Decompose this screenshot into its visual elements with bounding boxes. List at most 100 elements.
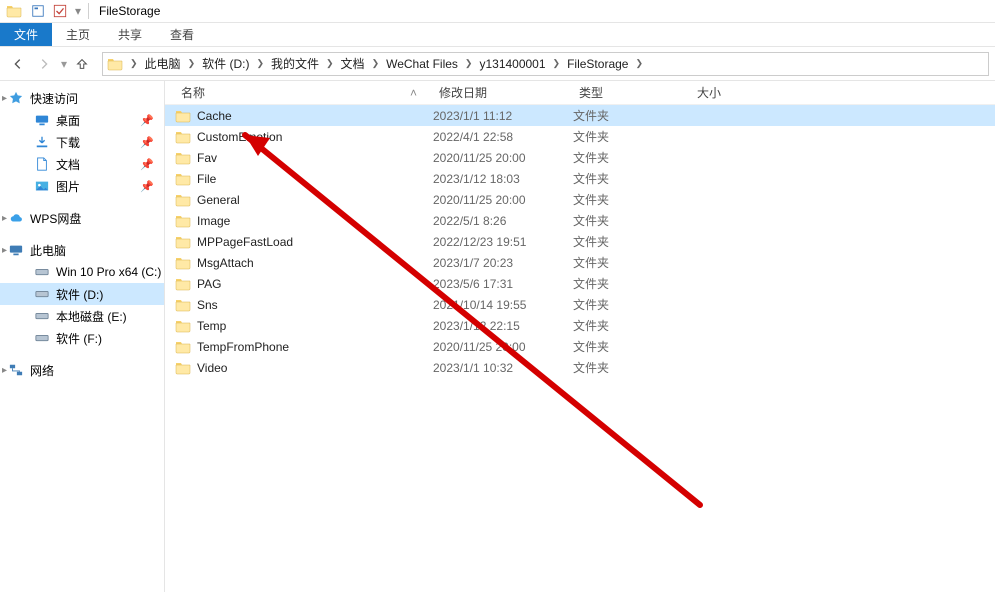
file-name: CustomEmotion	[197, 130, 282, 144]
sidebar-item-documents[interactable]: 文档 📌	[0, 153, 164, 175]
sidebar-drive-f[interactable]: 软件 (F:)	[0, 327, 164, 349]
file-type: 文件夹	[573, 317, 691, 334]
folder-icon	[175, 129, 191, 145]
file-name: TempFromPhone	[197, 340, 289, 354]
chevron-right-icon[interactable]: ❯	[462, 58, 476, 69]
folder-icon	[175, 339, 191, 355]
file-row[interactable]: General2020/11/25 20:00文件夹	[165, 189, 995, 210]
sidebar-network[interactable]: ▸ 网络	[0, 359, 164, 381]
file-name: Cache	[197, 109, 232, 123]
qat-check-icon[interactable]	[50, 1, 70, 21]
crumb-filestorage[interactable]: FileStorage	[563, 53, 632, 75]
address-bar[interactable]: ❯ 此电脑 ❯ 软件 (D:) ❯ 我的文件 ❯ 文档 ❯ WeChat Fil…	[102, 52, 989, 76]
file-row[interactable]: CustomEmotion2022/4/1 22:58文件夹	[165, 126, 995, 147]
chevron-right-icon[interactable]: ❯	[323, 58, 337, 69]
file-date: 2023/1/12 18:03	[433, 172, 573, 186]
drive-icon	[34, 286, 50, 302]
sidebar-wps[interactable]: ▸ WPS网盘	[0, 207, 164, 229]
file-row[interactable]: Fav2020/11/25 20:00文件夹	[165, 147, 995, 168]
sidebar-item-label: 下载	[56, 134, 80, 151]
nav-forward-button[interactable]	[32, 52, 56, 76]
file-date: 2023/1/1 11:12	[433, 109, 573, 123]
file-date: 2020/11/25 20:00	[433, 340, 573, 354]
nav-history-dropdown[interactable]: ▾	[58, 57, 70, 71]
column-type[interactable]: 类型	[573, 84, 691, 101]
column-size[interactable]: 大小	[691, 84, 781, 101]
file-tab[interactable]: 文件	[0, 23, 52, 46]
sidebar-drive-e[interactable]: 本地磁盘 (E:)	[0, 305, 164, 327]
sidebar-item-desktop[interactable]: 桌面 📌	[0, 109, 164, 131]
file-row[interactable]: Sns 2021/10/14 19:55文件夹	[165, 294, 995, 315]
chevron-right-icon[interactable]: ❯	[550, 58, 564, 69]
nav-back-button[interactable]	[6, 52, 30, 76]
file-row[interactable]: PAG2023/5/6 17:31文件夹	[165, 273, 995, 294]
file-name: Video	[197, 361, 227, 375]
folder-icon	[175, 171, 191, 187]
sidebar-this-pc[interactable]: ▸ 此电脑	[0, 239, 164, 261]
crumb-pc[interactable]: 此电脑	[141, 53, 185, 75]
sidebar-item-pictures[interactable]: 图片 📌	[0, 175, 164, 197]
folder-icon	[175, 108, 191, 124]
file-name: File	[197, 172, 216, 186]
file-row[interactable]: TempFromPhone 2020/11/25 20:00文件夹	[165, 336, 995, 357]
chevron-right-icon[interactable]: ❯	[632, 58, 646, 69]
chevron-right-icon[interactable]: ❯	[253, 58, 267, 69]
chevron-right-icon[interactable]: ❯	[127, 58, 141, 69]
file-type: 文件夹	[573, 107, 691, 124]
network-icon	[8, 362, 24, 378]
file-row[interactable]: Image2022/5/1 8:26文件夹	[165, 210, 995, 231]
file-name: MsgAttach	[197, 256, 254, 270]
sidebar-item-downloads[interactable]: 下载 📌	[0, 131, 164, 153]
qat-properties-icon[interactable]	[28, 1, 48, 21]
column-label: 名称	[181, 84, 205, 101]
chevron-right-icon[interactable]: ❯	[185, 58, 199, 69]
pin-icon: 📌	[140, 136, 154, 149]
tab-view[interactable]: 查看	[156, 23, 208, 46]
crumb-account[interactable]: y131400001	[475, 53, 549, 75]
sidebar-quick-access[interactable]: ▸ 快速访问	[0, 87, 164, 109]
tab-home[interactable]: 主页	[52, 23, 104, 46]
nav-up-button[interactable]	[70, 52, 94, 76]
file-row[interactable]: Video 2023/1/1 10:32文件夹	[165, 357, 995, 378]
sidebar-item-label: Win 10 Pro x64 (C:)	[56, 265, 161, 279]
file-type: 文件夹	[573, 338, 691, 355]
crumb-myfiles[interactable]: 我的文件	[267, 53, 323, 75]
sidebar-item-label: 此电脑	[30, 242, 66, 259]
file-row[interactable]: File 2023/1/12 18:03文件夹	[165, 168, 995, 189]
sidebar-drive-c[interactable]: Win 10 Pro x64 (C:)	[0, 261, 164, 283]
file-row[interactable]: MsgAttach2023/1/7 20:23文件夹	[165, 252, 995, 273]
chevron-down-icon: ▸	[2, 245, 7, 256]
folder-icon	[175, 276, 191, 292]
column-name[interactable]: 名称 ˄	[175, 84, 433, 101]
drive-icon	[34, 330, 50, 346]
chevron-right-icon[interactable]: ❯	[369, 58, 383, 69]
file-date: 2021/10/14 19:55	[433, 298, 573, 312]
file-type: 文件夹	[573, 296, 691, 313]
file-name: PAG	[197, 277, 221, 291]
file-type: 文件夹	[573, 149, 691, 166]
file-type: 文件夹	[573, 212, 691, 229]
file-type: 文件夹	[573, 170, 691, 187]
crumb-wechat[interactable]: WeChat Files	[382, 53, 462, 75]
column-date[interactable]: 修改日期	[433, 84, 573, 101]
folder-icon	[175, 297, 191, 313]
crumb-drive-d[interactable]: 软件 (D:)	[198, 53, 253, 75]
sidebar-drive-d[interactable]: 软件 (D:)	[0, 283, 164, 305]
file-row[interactable]: Cache 2023/1/1 11:12文件夹	[165, 105, 995, 126]
file-type: 文件夹	[573, 359, 691, 376]
document-icon	[34, 156, 50, 172]
window-folder-icon	[6, 3, 22, 19]
folder-icon	[175, 318, 191, 334]
sidebar-item-label: 桌面	[56, 112, 80, 129]
file-date: 2020/11/25 20:00	[433, 193, 573, 207]
file-row[interactable]: MPPageFastLoad2022/12/23 19:51文件夹	[165, 231, 995, 252]
sidebar-item-label: 软件 (F:)	[56, 330, 102, 347]
file-date: 2023/1/1 10:32	[433, 361, 573, 375]
qat-dropdown-icon[interactable]: ▾	[72, 1, 84, 21]
tab-share[interactable]: 共享	[104, 23, 156, 46]
file-name: Sns	[197, 298, 218, 312]
file-name: General	[197, 193, 240, 207]
file-row[interactable]: Temp2023/1/12 22:15文件夹	[165, 315, 995, 336]
folder-icon	[175, 213, 191, 229]
crumb-docs[interactable]: 文档	[337, 53, 369, 75]
